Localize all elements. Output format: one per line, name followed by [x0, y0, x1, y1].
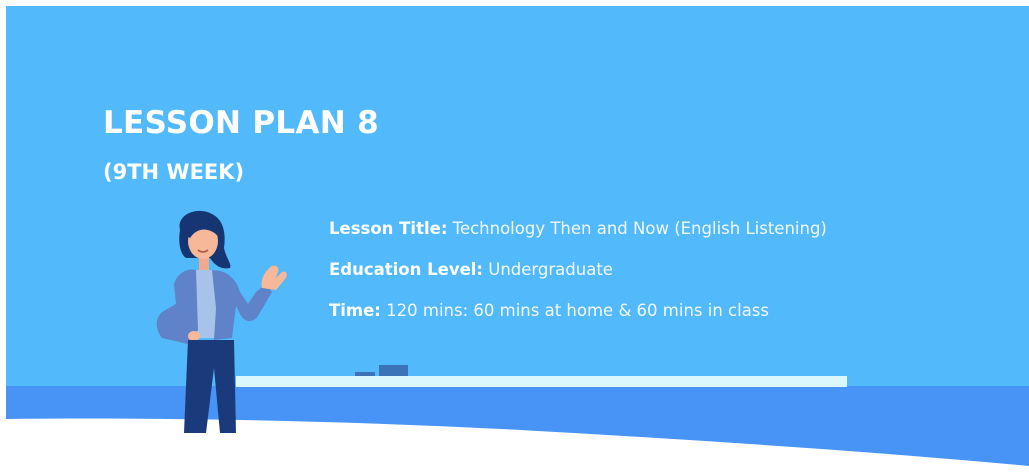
page-subtitle: (9TH WEEK) [103, 160, 245, 184]
whiteboard-ledge [236, 376, 847, 387]
lesson-title-label: Lesson Title: [329, 219, 448, 238]
education-level-value: Undergraduate [483, 260, 613, 279]
lesson-title-row: Lesson Title: Technology Then and Now (E… [329, 219, 827, 238]
board-block-large [379, 365, 408, 376]
lesson-slide: LESSON PLAN 8 (9TH WEEK) Lesson Title: T… [0, 0, 1029, 473]
time-row: Time: 120 mins: 60 mins at home & 60 min… [329, 301, 769, 320]
education-level-row: Education Level: Undergraduate [329, 260, 613, 279]
time-label: Time: [329, 301, 381, 320]
teacher-presenting-illustration [156, 210, 287, 433]
page-title: LESSON PLAN 8 [103, 105, 379, 141]
time-value: 120 mins: 60 mins at home & 60 mins in c… [380, 301, 770, 320]
education-level-label: Education Level: [329, 260, 484, 279]
lesson-title-value: Technology Then and Now (English Listeni… [447, 219, 827, 238]
